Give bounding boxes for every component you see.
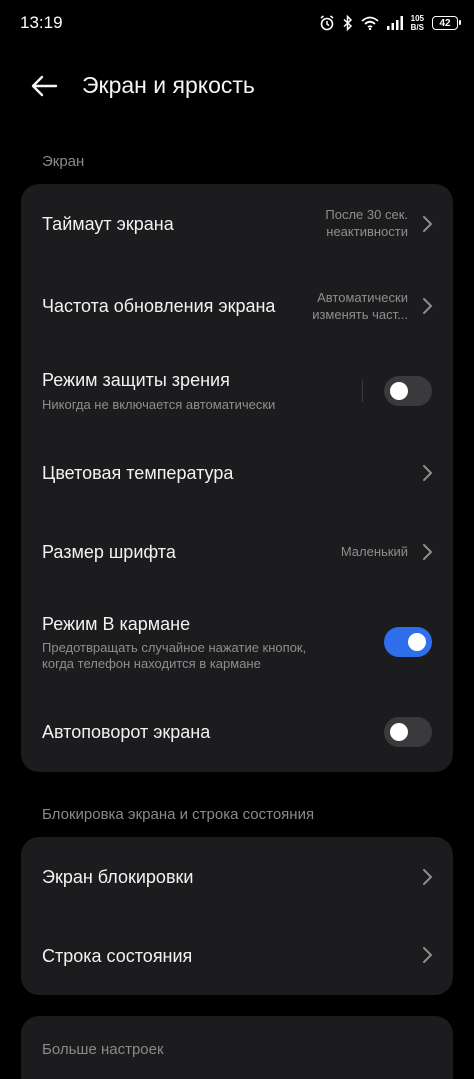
lock-screen-label: Экран блокировки [42, 867, 194, 887]
row-pocket-mode[interactable]: Режим В кармане Предотвращать случайное … [21, 594, 453, 694]
row-status-bar[interactable]: Строка состояния [21, 916, 453, 995]
wifi-icon [361, 16, 379, 30]
eye-comfort-subtitle: Никогда не включается автоматически [42, 397, 276, 412]
page-header: Экран и яркость [0, 60, 474, 112]
page-title: Экран и яркость [82, 72, 255, 98]
signal-icon [386, 16, 403, 30]
lock-settings-card: Экран блокировки Строка состояния [21, 837, 453, 995]
chevron-right-icon [423, 298, 433, 314]
row-auto-rotate[interactable]: Автоповорот экрана [21, 694, 453, 772]
row-color-temperature[interactable]: Цветовая температура [21, 434, 453, 514]
row-eye-comfort[interactable]: Режим защиты зрения Никогда не включаетс… [21, 348, 453, 434]
bluetooth-icon [343, 15, 352, 31]
auto-rotate-toggle[interactable] [384, 717, 432, 747]
chevron-right-icon [423, 869, 433, 885]
pocket-mode-subtitle-line1: Предотвращать случайное нажатие кнопок, [42, 640, 307, 655]
pocket-mode-subtitle: Предотвращать случайное нажатие кнопок, … [42, 640, 306, 672]
row-divider [362, 380, 363, 402]
battery-icon: 42 [432, 16, 461, 30]
chevron-right-icon [423, 947, 433, 963]
eye-comfort-label: Режим защиты зрения [42, 370, 230, 390]
status-icons: 105 B/S 42 [319, 12, 461, 34]
toggle-knob [390, 382, 408, 400]
toggle-knob [390, 723, 408, 741]
chevron-right-icon [423, 216, 433, 232]
auto-rotate-label: Автоповорот экрана [42, 722, 211, 742]
alarm-icon [320, 15, 334, 31]
refresh-rate-value-line2: изменять част... [312, 307, 408, 322]
screen-timeout-value: После 30 сек. неактивности [325, 206, 408, 240]
chevron-right-icon [423, 465, 433, 481]
more-settings-title: Больше настроек [42, 1041, 164, 1058]
chevron-right-icon [423, 544, 433, 560]
status-bar-label: Строка состояния [42, 946, 193, 966]
pocket-mode-label: Режим В кармане [42, 614, 191, 634]
screen-timeout-label: Таймаут экрана [42, 214, 174, 234]
pocket-mode-subtitle-line2: когда телефон находится в кармане [42, 656, 261, 671]
color-temperature-label: Цветовая температура [42, 463, 234, 483]
back-button[interactable] [22, 70, 66, 102]
toggle-knob [408, 633, 426, 651]
pocket-mode-toggle[interactable] [384, 627, 432, 657]
refresh-rate-label: Частота обновления экрана [42, 296, 276, 316]
more-settings-card[interactable]: Больше настроек [21, 1016, 453, 1079]
eye-comfort-toggle[interactable] [384, 376, 432, 406]
section-title-screen: Экран [42, 153, 85, 170]
screen-settings-card: Таймаут экрана После 30 сек. неактивност… [21, 184, 453, 772]
status-bar: 13:19 105 B/S 42 [0, 0, 474, 48]
font-size-value: Маленький [340, 544, 408, 559]
screen-timeout-value-line2: неактивности [326, 224, 408, 239]
network-speed: 105 B/S [411, 14, 424, 32]
arrow-left-icon [31, 75, 58, 97]
refresh-rate-value-line1: Автоматически [317, 290, 408, 305]
section-title-lock: Блокировка экрана и строка состояния [42, 806, 315, 823]
screen-timeout-value-line1: После 30 сек. [325, 207, 408, 222]
battery-level: 42 [439, 17, 451, 29]
row-refresh-rate[interactable]: Частота обновления экрана Автоматически … [21, 266, 453, 348]
status-time: 13:19 [20, 13, 63, 32]
network-speed-unit: B/S [410, 23, 424, 32]
row-lock-screen[interactable]: Экран блокировки [21, 837, 453, 916]
row-font-size[interactable]: Размер шрифта Маленький [21, 514, 453, 594]
row-screen-timeout[interactable]: Таймаут экрана После 30 сек. неактивност… [21, 184, 453, 266]
network-speed-value: 105 [410, 14, 424, 23]
refresh-rate-value: Автоматически изменять част... [312, 289, 408, 323]
font-size-label: Размер шрифта [42, 542, 176, 562]
